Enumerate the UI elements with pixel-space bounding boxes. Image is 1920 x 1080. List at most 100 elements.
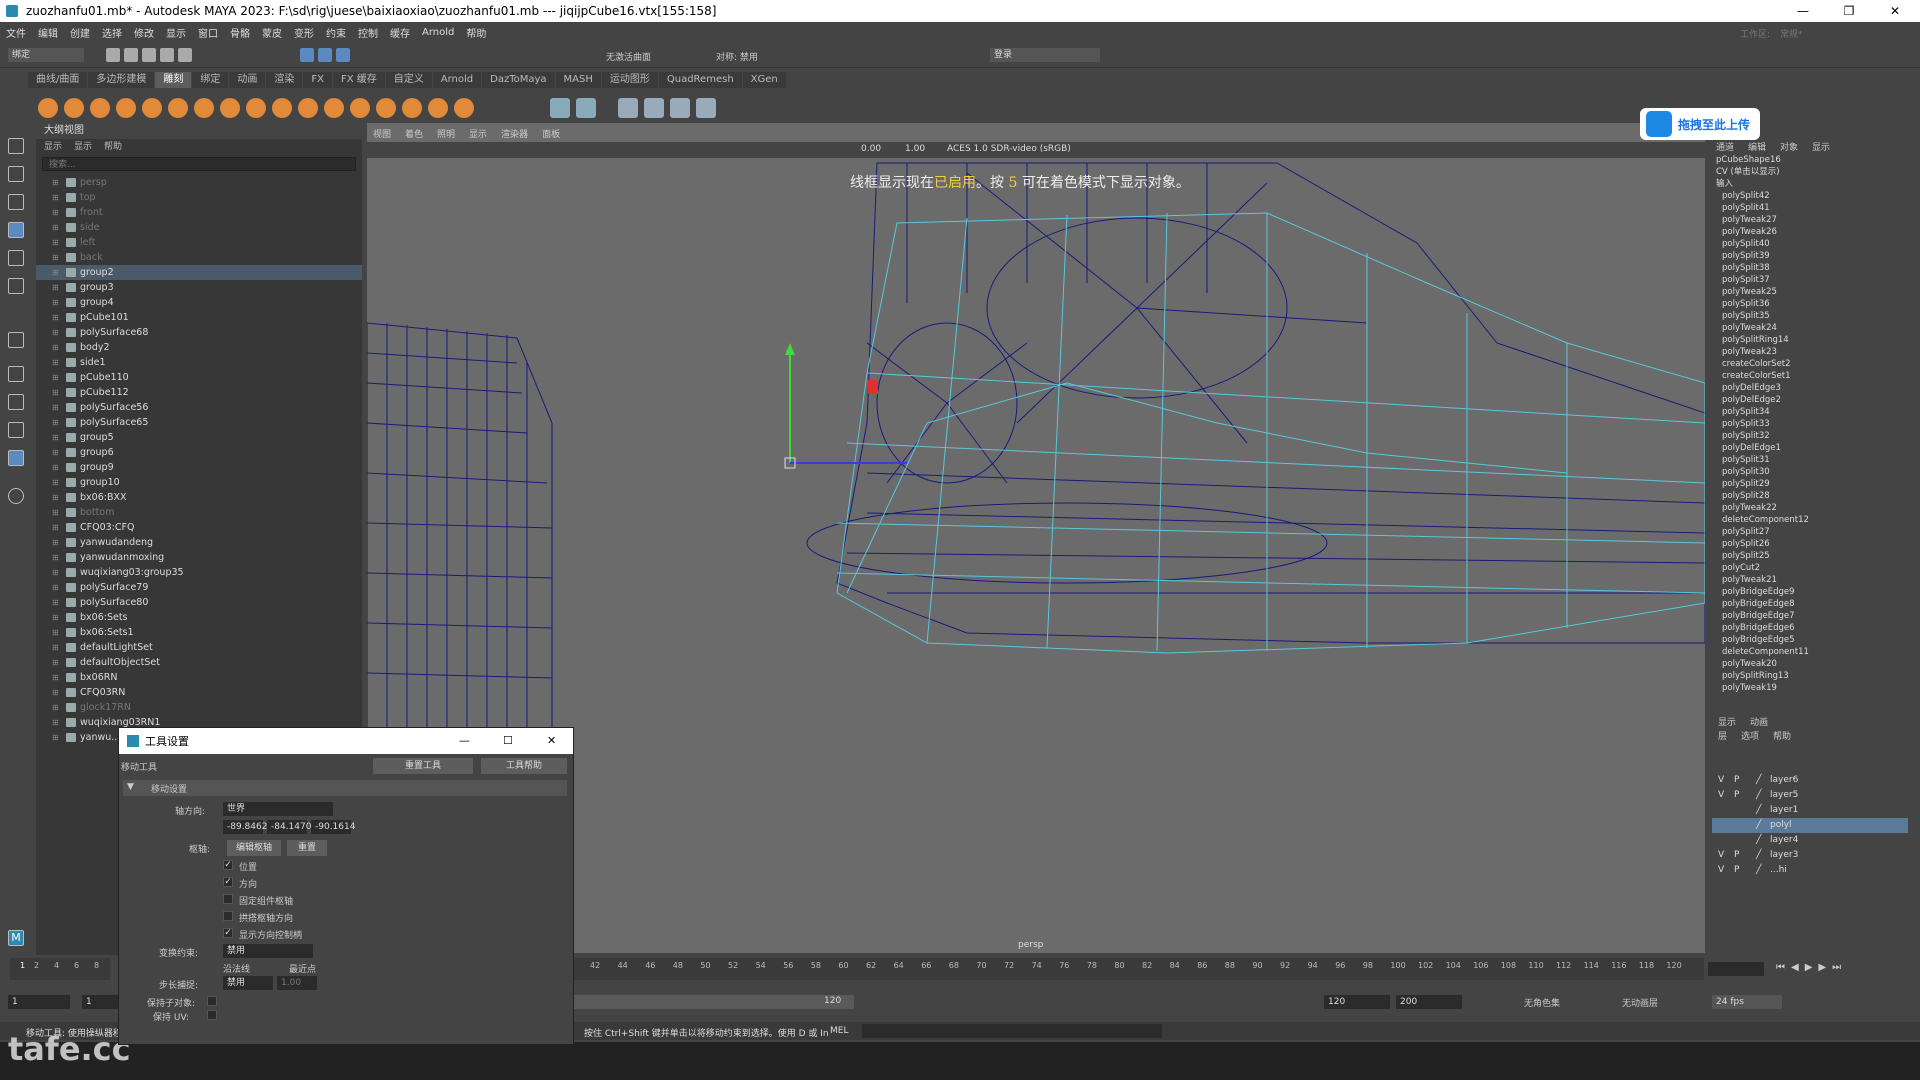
outliner-item[interactable]: ⊞ yanwudanmoxing <box>36 550 362 565</box>
viewport-menu-item[interactable]: 照明 <box>437 127 455 141</box>
channel-input-node[interactable]: polySplit35 <box>1712 310 1908 322</box>
channel-input-node[interactable]: polySplit28 <box>1712 490 1908 502</box>
shelf-tab[interactable]: 雕刻 <box>155 72 192 88</box>
outliner-item[interactable]: ⊞ top <box>36 190 362 205</box>
menu-item[interactable]: 控制 <box>358 25 378 40</box>
reset-pivot-button[interactable]: 重置 <box>287 840 327 856</box>
shelf-tab[interactable]: 运动图形 <box>601 72 658 88</box>
outliner-item[interactable]: ⊞ defaultLightSet <box>36 640 362 655</box>
open-scene-icon[interactable] <box>124 48 138 62</box>
login-button[interactable]: 登录 <box>990 48 1100 62</box>
paint-select-icon[interactable] <box>8 194 24 210</box>
step-snap-value[interactable]: 1.00 <box>277 976 317 990</box>
layer-playback-toggle[interactable] <box>1728 803 1756 818</box>
outliner-item[interactable]: ⊞ bottom <box>36 505 362 520</box>
layer-visibility-toggle[interactable] <box>1712 818 1728 833</box>
shelf-tab[interactable]: 渲染 <box>266 72 303 88</box>
shelf-tab[interactable]: DazToMaya <box>482 72 555 88</box>
shelf-tool-icon[interactable] <box>220 98 240 118</box>
move-settings-section[interactable]: ▼ 移动设置 <box>123 780 567 796</box>
outliner-item[interactable]: ⊞ polySurface56 <box>36 400 362 415</box>
gamma-value[interactable]: 1.00 <box>905 144 925 154</box>
shelf-tool-icon[interactable] <box>38 98 58 118</box>
expand-icon[interactable]: ⊞ <box>52 310 62 325</box>
symmetry-label[interactable]: 对称: 禁用 <box>716 50 758 63</box>
expand-icon[interactable]: ⊞ <box>52 505 62 520</box>
channel-input-node[interactable]: polySplit27 <box>1712 526 1908 538</box>
transform-constraint-dropdown[interactable]: 禁用 <box>223 944 313 958</box>
outliner-item[interactable]: ⊞ front <box>36 205 362 220</box>
menu-item[interactable]: 缓存 <box>390 25 410 40</box>
channel-input-node[interactable]: polyTweak21 <box>1712 574 1908 586</box>
channel-input-node[interactable]: polyTweak23 <box>1712 346 1908 358</box>
shelf-tab[interactable]: Arnold <box>432 72 482 88</box>
expand-icon[interactable]: ⊞ <box>52 610 62 625</box>
dialog-maximize-button[interactable]: ☐ <box>503 734 513 747</box>
pivot-option-checkbox[interactable] <box>223 911 233 921</box>
pivot-option-checkbox[interactable]: ✓ <box>223 860 233 870</box>
shelf-weight-icon[interactable] <box>618 98 638 118</box>
undo-icon[interactable] <box>160 48 174 62</box>
channel-input-node[interactable]: polySplitRing14 <box>1712 334 1908 346</box>
shelf-tool-icon[interactable] <box>194 98 214 118</box>
menu-set-dropdown[interactable]: 绑定 <box>8 48 84 62</box>
shelf-tab[interactable]: FX 缓存 <box>332 72 385 88</box>
current-frame-marker[interactable]: 1 <box>20 961 25 970</box>
shelf-tab[interactable]: 自定义 <box>385 72 432 88</box>
expand-icon[interactable]: ⊞ <box>52 295 62 310</box>
layer-visibility-toggle[interactable]: V <box>1712 848 1728 863</box>
layer-row[interactable]: V P ╱ layer6 <box>1712 773 1908 788</box>
edit-pivot-button[interactable]: 编辑枢轴 <box>227 840 281 856</box>
end-time-field[interactable]: 200 <box>1396 995 1462 1009</box>
expand-icon[interactable]: ⊞ <box>52 490 62 505</box>
expand-icon[interactable]: ⊞ <box>52 625 62 640</box>
expand-icon[interactable]: ⊞ <box>52 685 62 700</box>
layer-menu-item[interactable]: 帮助 <box>1773 729 1791 743</box>
menu-item[interactable]: 选择 <box>102 25 122 40</box>
channel-box-tab[interactable]: 通道 <box>1716 140 1734 154</box>
character-set-dropdown[interactable]: 无角色集 <box>1524 996 1560 1009</box>
axis-x-field[interactable]: -89.8462 <box>223 820 267 834</box>
upload-button[interactable]: 拖拽至此上传 <box>1640 108 1760 140</box>
channel-input-node[interactable]: polySplit40 <box>1712 238 1908 250</box>
channel-input-node[interactable]: polySplit36 <box>1712 298 1908 310</box>
four-view-icon[interactable] <box>8 394 24 410</box>
outliner-item[interactable]: ⊞ side <box>36 220 362 235</box>
shelf-tool-icon[interactable] <box>428 98 448 118</box>
expand-icon[interactable]: ⊞ <box>52 595 62 610</box>
channel-input-node[interactable]: polySplit37 <box>1712 274 1908 286</box>
expand-icon[interactable]: ⊞ <box>52 325 62 340</box>
shelf-skin-icon[interactable] <box>550 98 570 118</box>
layer-visibility-toggle[interactable]: V <box>1712 773 1728 788</box>
dialog-minimize-button[interactable]: — <box>459 734 470 747</box>
menu-item[interactable]: Arnold <box>422 27 454 38</box>
save-scene-icon[interactable] <box>142 48 156 62</box>
layer-visibility-toggle[interactable] <box>1712 833 1728 848</box>
layer-menu-item[interactable]: 选项 <box>1741 729 1759 743</box>
outliner-item[interactable]: ⊞ group10 <box>36 475 362 490</box>
menu-item[interactable]: 修改 <box>134 25 154 40</box>
layer-row[interactable]: ╱ layer1 <box>1712 803 1908 818</box>
channel-input-node[interactable]: deleteComponent12 <box>1712 514 1908 526</box>
outliner-item[interactable]: ⊞ pCube101 <box>36 310 362 325</box>
viewport-menu-item[interactable]: 渲染器 <box>501 127 528 141</box>
expand-icon[interactable]: ⊞ <box>52 670 62 685</box>
channel-cv-row[interactable]: CV (单击以显示) <box>1712 166 1908 178</box>
outliner-item[interactable]: ⊞ body2 <box>36 340 362 355</box>
axis-z-field[interactable]: -90.1614 <box>311 820 355 834</box>
channel-node-name[interactable]: pCubeShape16 <box>1712 154 1908 166</box>
channel-box-tab[interactable]: 编辑 <box>1748 140 1766 154</box>
preserve-uv-checkbox[interactable] <box>207 1010 217 1020</box>
channel-input-node[interactable]: polyBridgeEdge9 <box>1712 586 1908 598</box>
channel-input-node[interactable]: createColorSet1 <box>1712 370 1908 382</box>
shelf-tab[interactable]: 多边形建模 <box>88 72 155 88</box>
fps-dropdown[interactable]: 24 fps <box>1712 995 1782 1009</box>
close-button[interactable]: ✕ <box>1872 0 1918 22</box>
minimize-button[interactable]: — <box>1780 0 1826 22</box>
expand-icon[interactable]: ⊞ <box>52 265 62 280</box>
shelf-tab[interactable]: XGen <box>742 72 786 88</box>
pivot-option-checkbox[interactable]: ✓ <box>223 928 233 938</box>
snap-point-icon[interactable] <box>336 48 350 62</box>
layer-playback-toggle[interactable]: P <box>1728 848 1756 863</box>
shelf-tool-icon[interactable] <box>350 98 370 118</box>
